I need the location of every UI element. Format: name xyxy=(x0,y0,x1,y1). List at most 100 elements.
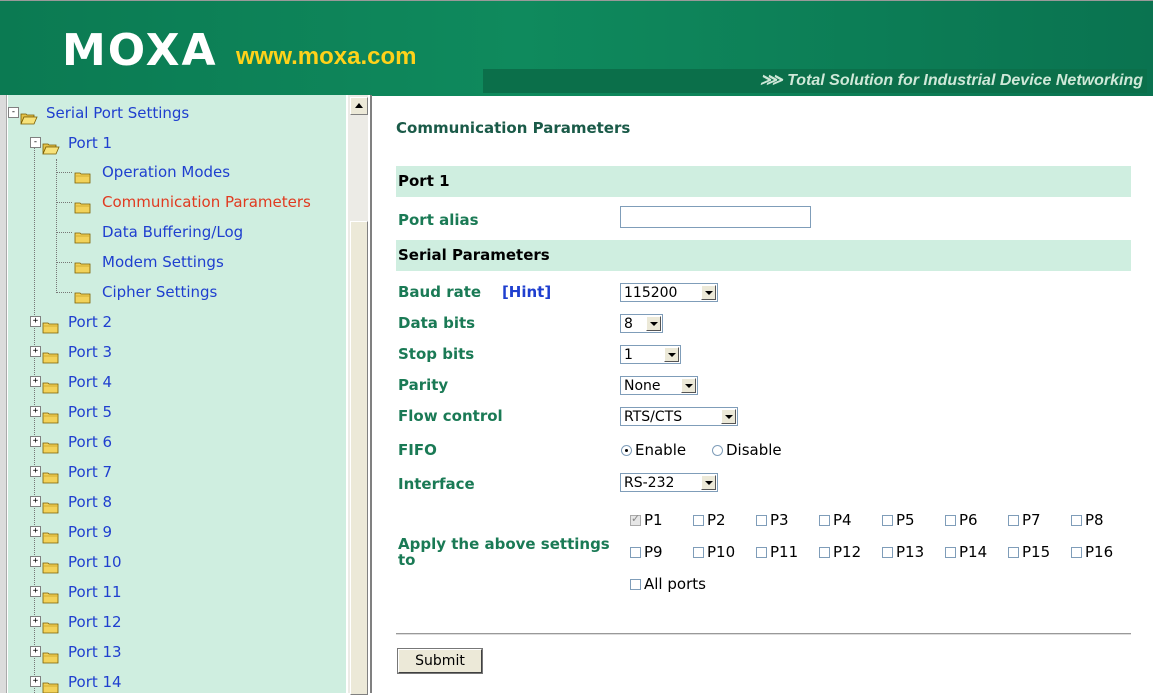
tree-connector-line xyxy=(56,172,72,173)
port-p2-checkbox[interactable] xyxy=(693,515,704,526)
port-p8-checkbox[interactable] xyxy=(1071,515,1082,526)
port-p5-checkbox[interactable] xyxy=(882,515,893,526)
port-p2-label: P2 xyxy=(707,511,726,529)
scroll-up-arrow-icon[interactable] xyxy=(350,97,368,115)
tree-item-label: Port 1 xyxy=(68,134,113,152)
parity-value: None xyxy=(624,378,661,394)
expand-icon[interactable]: + xyxy=(30,376,41,387)
parity-label: Parity xyxy=(398,376,449,394)
dropdown-arrow-icon[interactable] xyxy=(701,475,716,490)
port-p13-checkbox[interactable] xyxy=(882,547,893,558)
fifo-label: FIFO xyxy=(398,441,437,459)
interface-select[interactable]: RS-232 xyxy=(620,473,718,492)
dropdown-arrow-icon[interactable] xyxy=(721,409,736,424)
expand-icon[interactable]: + xyxy=(30,436,41,447)
data-bits-value: 8 xyxy=(624,316,633,332)
port-p7-checkbox[interactable] xyxy=(1008,515,1019,526)
expand-icon[interactable]: + xyxy=(30,646,41,657)
parity-select[interactable]: None xyxy=(620,376,698,395)
port-p10-checkbox[interactable] xyxy=(693,547,704,558)
tree-item-label: Port 5 xyxy=(68,403,113,421)
port-p3-checkbox[interactable] xyxy=(756,515,767,526)
tree-item-label: Port 12 xyxy=(68,613,122,631)
port-p4-checkbox[interactable] xyxy=(819,515,830,526)
expand-icon[interactable]: + xyxy=(30,496,41,507)
expand-icon[interactable]: + xyxy=(30,406,41,417)
port-p9-checkbox[interactable] xyxy=(630,547,641,558)
expand-icon[interactable]: + xyxy=(30,676,41,687)
expand-icon[interactable]: + xyxy=(30,316,41,327)
flow-control-label: Flow control xyxy=(398,407,503,425)
dropdown-arrow-icon[interactable] xyxy=(701,285,716,300)
folder-icon xyxy=(42,675,60,693)
scroll-thumb[interactable] xyxy=(350,221,368,695)
serial-parameters-label: Serial Parameters xyxy=(398,246,550,264)
serial-parameters-band: Serial Parameters xyxy=(396,240,1131,271)
page-title: Communication Parameters xyxy=(396,119,631,137)
port-p6-checkbox[interactable] xyxy=(945,515,956,526)
tree-connector-line xyxy=(56,202,72,203)
dropdown-arrow-icon[interactable] xyxy=(664,347,679,362)
tree-scrollbar[interactable] xyxy=(348,95,368,695)
apply-settings-label: Apply the above settings to xyxy=(398,535,610,569)
submit-button[interactable]: Submit xyxy=(397,648,483,674)
baud-rate-select[interactable]: 115200 xyxy=(620,283,718,302)
port-p12-checkbox[interactable] xyxy=(819,547,830,558)
flow-control-value: RTS/CTS xyxy=(624,409,683,425)
port-p5-label: P5 xyxy=(896,511,915,529)
expand-icon[interactable]: + xyxy=(30,346,41,357)
dropdown-arrow-icon[interactable] xyxy=(681,378,696,393)
port-p11-label: P11 xyxy=(770,543,799,561)
data-bits-label: Data bits xyxy=(398,314,476,332)
flow-control-select[interactable]: RTS/CTS xyxy=(620,407,738,426)
stop-bits-value: 1 xyxy=(624,347,633,363)
tree-item-label: Port 13 xyxy=(68,643,122,661)
fifo-radio-group: Enable Disable xyxy=(620,441,920,459)
port-alias-input[interactable] xyxy=(620,206,811,228)
frame-edge xyxy=(0,95,7,693)
port-p14-checkbox[interactable] xyxy=(945,547,956,558)
tree-connector-line xyxy=(56,292,72,293)
port-p1-label: P1 xyxy=(644,511,663,529)
tree-item-label: Port 3 xyxy=(68,343,113,361)
port-p6-label: P6 xyxy=(959,511,978,529)
fifo-enable-radio[interactable] xyxy=(621,445,632,456)
port-p16-checkbox[interactable] xyxy=(1071,547,1082,558)
tree-item-label: Port 2 xyxy=(68,313,113,331)
expand-icon[interactable]: + xyxy=(30,556,41,567)
all-ports-checkbox[interactable] xyxy=(630,579,641,590)
tree-item-label: Serial Port Settings xyxy=(46,104,190,122)
tree-item-label: Data Buffering/Log xyxy=(102,223,244,241)
dropdown-arrow-icon[interactable] xyxy=(646,316,661,331)
open-folder-icon xyxy=(42,136,60,155)
port-band: Port 1 xyxy=(396,166,1131,197)
expand-icon[interactable]: + xyxy=(30,586,41,597)
tree-item-label: Port 4 xyxy=(68,373,113,391)
tree-connector-line xyxy=(56,232,72,233)
tree-connector-line xyxy=(56,159,57,293)
collapse-icon[interactable]: - xyxy=(30,137,41,148)
header-banner: MOXA www.moxa.com ⋙ Total Solution for I… xyxy=(0,0,1153,96)
port-p11-checkbox[interactable] xyxy=(756,547,767,558)
stop-bits-select[interactable]: 1 xyxy=(620,345,681,364)
collapse-icon[interactable]: - xyxy=(8,107,19,118)
port-p7-label: P7 xyxy=(1022,511,1041,529)
hint-link[interactable]: [Hint] xyxy=(502,283,551,301)
moxa-url[interactable]: www.moxa.com xyxy=(236,43,417,71)
baud-rate-label: Baud rate [Hint] xyxy=(398,283,551,301)
folder-icon xyxy=(42,585,60,604)
port-p15-checkbox[interactable] xyxy=(1008,547,1019,558)
port-p16-label: P16 xyxy=(1085,543,1114,561)
expand-icon[interactable]: + xyxy=(30,616,41,627)
folder-icon xyxy=(42,375,60,394)
folder-icon xyxy=(42,645,60,664)
fifo-disable-radio[interactable] xyxy=(712,445,723,456)
tree-item-label: Communication Parameters xyxy=(102,193,311,211)
main-content: Communication Parameters Port 1 Port ali… xyxy=(372,95,1153,693)
folder-icon xyxy=(42,345,60,364)
expand-icon[interactable]: + xyxy=(30,526,41,537)
port-p9-label: P9 xyxy=(644,543,663,561)
folder-icon xyxy=(42,435,60,454)
expand-icon[interactable]: + xyxy=(30,466,41,477)
data-bits-select[interactable]: 8 xyxy=(620,314,663,333)
